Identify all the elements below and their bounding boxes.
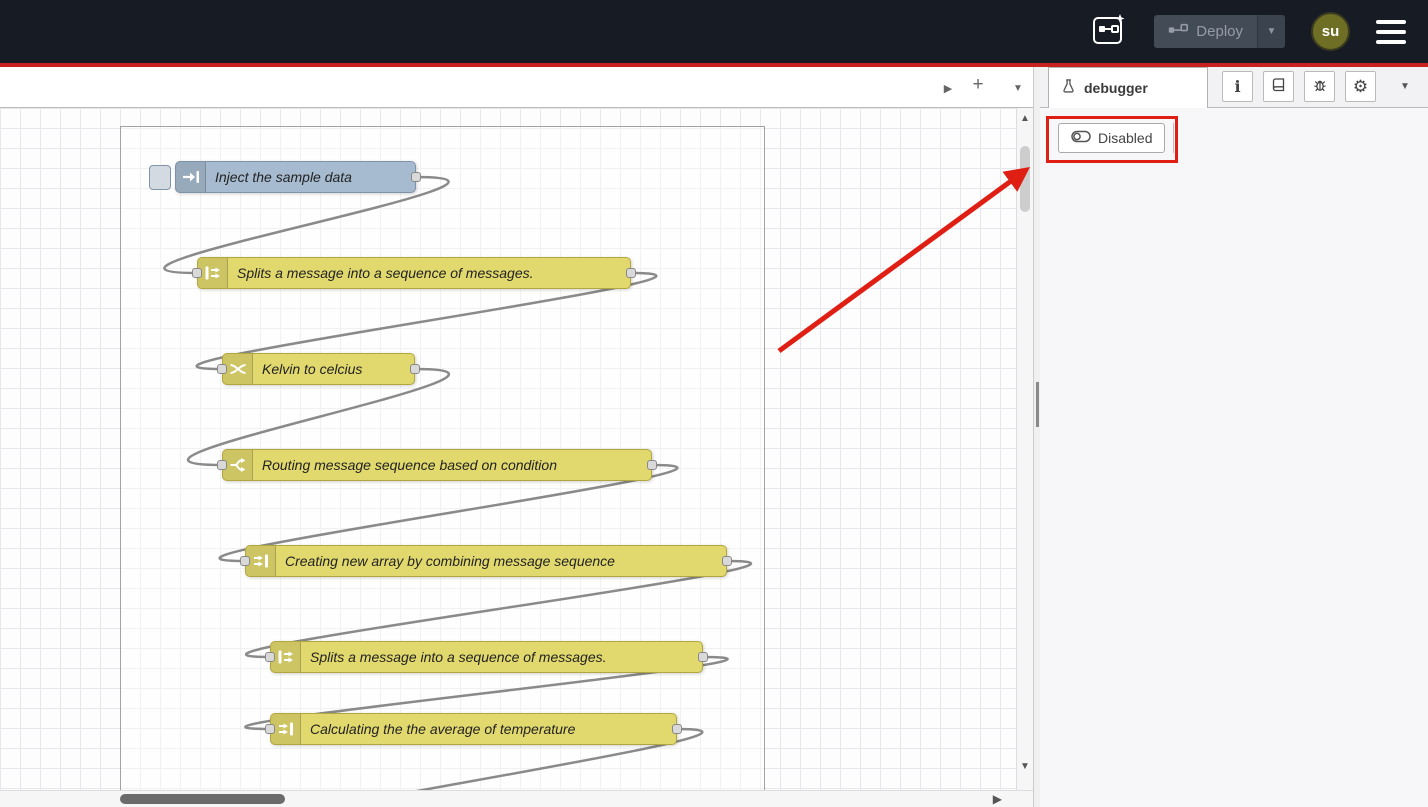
gear-icon: ⚙ xyxy=(1353,77,1368,97)
scrollbar-corner xyxy=(1016,790,1033,807)
add-flow-icon[interactable]: + xyxy=(966,73,990,97)
button-group-separator xyxy=(1173,123,1174,153)
port-in[interactable] xyxy=(265,724,275,734)
vertical-scrollbar-thumb[interactable] xyxy=(1020,146,1030,212)
split-icon xyxy=(271,642,301,672)
flow-node-split-1[interactable]: Splits a message into a sequence of mess… xyxy=(197,257,631,289)
ai-flow-sparkle-icon xyxy=(1092,13,1126,50)
deploy-options-caret[interactable]: ▼ xyxy=(1257,15,1285,48)
deploy-label: Deploy xyxy=(1196,23,1243,40)
node-label: Splits a message into a sequence of mess… xyxy=(301,649,617,665)
horizontal-scrollbar-thumb[interactable] xyxy=(120,794,285,804)
separator-grip[interactable] xyxy=(1036,382,1039,427)
sidebar-separator[interactable] xyxy=(1033,67,1040,807)
flask-icon xyxy=(1061,78,1076,99)
range-icon xyxy=(223,354,253,384)
debug-tool-button[interactable] xyxy=(1304,71,1335,102)
join-icon xyxy=(271,714,301,744)
node-label: Splits a message into a sequence of mess… xyxy=(228,265,544,281)
workspace: ▶ + ▼ Inject the sample data Splits a mes… xyxy=(0,67,1033,807)
sidebar: debugger i xyxy=(1040,67,1428,807)
nodes-layer: Inject the sample data Splits a message i… xyxy=(0,108,1016,790)
hamburger-menu-icon[interactable] xyxy=(1376,20,1406,44)
disabled-toggle-label: Disabled xyxy=(1098,130,1152,146)
port-out[interactable] xyxy=(411,172,421,182)
flow-node-split-2[interactable]: Splits a message into a sequence of mess… xyxy=(270,641,703,673)
inject-icon xyxy=(176,162,206,192)
flow-node-average[interactable]: Calculating the the average of temperatu… xyxy=(270,713,677,745)
port-in[interactable] xyxy=(240,556,250,566)
sidebar-content: Disabled xyxy=(1040,108,1428,807)
port-out[interactable] xyxy=(722,556,732,566)
port-in[interactable] xyxy=(217,460,227,470)
port-out[interactable] xyxy=(672,724,682,734)
flow-canvas[interactable]: Inject the sample data Splits a message i… xyxy=(0,108,1016,790)
flow-node-kelvin-to-celcius[interactable]: Kelvin to celcius xyxy=(222,353,415,385)
avatar[interactable]: su xyxy=(1311,12,1350,51)
sidebar-tab-label: debugger xyxy=(1084,80,1148,96)
flow-node-inject[interactable]: Inject the sample data xyxy=(175,161,416,193)
flow-list-caret-icon[interactable]: ▼ xyxy=(1006,76,1030,100)
canvas-vertical-scrollbar[interactable]: ▲ ▼ xyxy=(1016,108,1033,790)
scroll-tabs-right-icon[interactable]: ▶ xyxy=(936,76,960,100)
flow-node-switch[interactable]: Routing message sequence based on condit… xyxy=(222,449,652,481)
scroll-right-icon[interactable]: ▶ xyxy=(993,792,1002,806)
main-area: ▶ + ▼ Inject the sample data Splits a mes… xyxy=(0,67,1428,807)
switch-icon xyxy=(223,450,253,480)
info-tool-button[interactable]: i xyxy=(1222,71,1253,102)
chevron-down-icon: ▼ xyxy=(1267,26,1277,37)
help-tool-button[interactable] xyxy=(1263,71,1294,102)
sidebar-tabbar: debugger i xyxy=(1040,67,1428,108)
node-label: Inject the sample data xyxy=(206,169,362,185)
deploy-icon xyxy=(1168,23,1188,41)
toggle-off-icon xyxy=(1071,130,1091,146)
port-in[interactable] xyxy=(265,652,275,662)
canvas-horizontal-scrollbar[interactable]: ▶ xyxy=(0,790,1016,807)
port-out[interactable] xyxy=(698,652,708,662)
join-icon xyxy=(246,546,276,576)
scroll-down-icon[interactable]: ▼ xyxy=(1017,761,1033,772)
port-out[interactable] xyxy=(647,460,657,470)
flow-node-join[interactable]: Creating new array by combining message … xyxy=(245,545,727,577)
info-icon: i xyxy=(1234,77,1240,96)
port-in[interactable] xyxy=(192,268,202,278)
config-tool-button[interactable]: ⚙ xyxy=(1345,71,1376,102)
deploy-button[interactable]: Deploy ▼ xyxy=(1154,15,1285,48)
node-label: Creating new array by combining message … xyxy=(276,553,625,569)
node-label: Calculating the the average of temperatu… xyxy=(301,721,585,737)
sidebar-collapse-caret-icon[interactable]: ▼ xyxy=(1392,71,1418,102)
tab-debugger[interactable]: debugger xyxy=(1048,67,1208,108)
split-icon xyxy=(198,258,228,288)
header: Deploy ▼ su xyxy=(0,0,1428,67)
deploy-button-main[interactable]: Deploy xyxy=(1154,15,1257,48)
node-label: Routing message sequence based on condit… xyxy=(253,457,567,473)
node-label: Kelvin to celcius xyxy=(253,361,372,377)
port-out[interactable] xyxy=(626,268,636,278)
book-icon xyxy=(1271,77,1287,96)
port-out[interactable] xyxy=(410,364,420,374)
flow-tabbar: ▶ + ▼ xyxy=(0,67,1033,108)
bug-icon xyxy=(1312,77,1328,96)
scroll-up-icon[interactable]: ▲ xyxy=(1017,113,1033,124)
disabled-toggle-button[interactable]: Disabled xyxy=(1058,123,1165,153)
port-in[interactable] xyxy=(217,364,227,374)
inject-button[interactable] xyxy=(149,165,171,190)
ai-assistant-button[interactable] xyxy=(1090,13,1128,51)
